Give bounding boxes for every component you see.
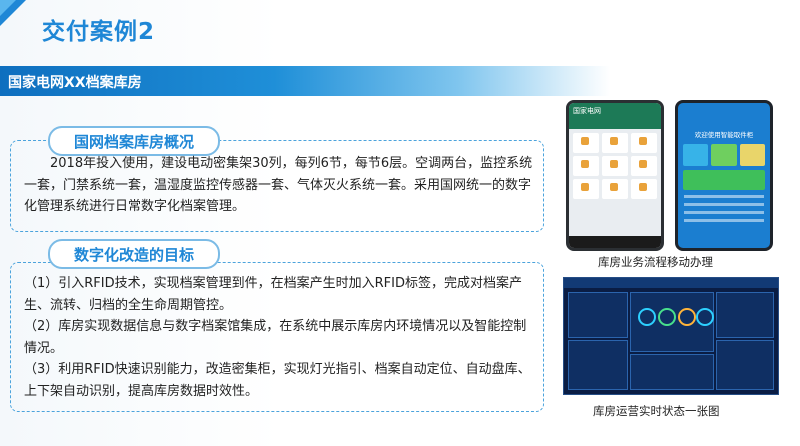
phone1-icon-grid: [569, 129, 661, 203]
app-tile-icon: [602, 133, 628, 153]
corner-decoration-inner: [0, 0, 16, 16]
gauge-icon: [638, 308, 656, 326]
gauge-icon: [696, 308, 714, 326]
tile-icon-blue: [683, 144, 709, 166]
section-header-bar: 国家电网XX档案库房: [0, 66, 610, 96]
app-tile-icon: [631, 156, 657, 176]
app-tile-icon: [631, 133, 657, 153]
phone1-header: 国家电网: [569, 103, 661, 129]
goal-item-3: （3）利用RFID快速识别能力，改造密集柜，实现灯光指引、档案自动定位、自动盘库…: [24, 362, 531, 399]
gauge-icon: [678, 308, 696, 326]
dashboard-panel: [716, 340, 774, 390]
app-tile-icon: [602, 156, 628, 176]
dashboard-panel: [630, 354, 714, 390]
overview-text: 2018年投入使用，建设电动密集架30列，每列6节，每节6层。空调两台，监控系统…: [24, 156, 533, 214]
phone1-nav-bar: [569, 236, 661, 248]
mobile-app-screenshot-2: 欢迎使用智能取件柜: [675, 100, 773, 251]
gauge-icon: [658, 308, 676, 326]
goal-item-1: （1）引入RFID技术，实现档案管理到件，在档案产生时加入RFID标签，完成对档…: [24, 276, 522, 313]
goals-heading: 数字化改造的目标: [48, 239, 220, 269]
dashboard-panel: [568, 340, 628, 390]
dashboard-screenshot: [563, 277, 779, 395]
goal-item-2: （2）库房实现数据信息与数字档案馆集成，在系统中展示库房内环境情况以及智能控制情…: [24, 319, 527, 356]
section-title: 国家电网XX档案库房: [8, 75, 142, 91]
dashboard-panel: [716, 292, 774, 338]
phone2-welcome-text: 欢迎使用智能取件柜: [694, 131, 754, 139]
tile-icon-yellow: [739, 144, 765, 166]
dashboard-header: [564, 278, 778, 288]
goals-text: （1）引入RFID技术，实现档案管理到件，在档案产生时加入RFID标签，完成对档…: [24, 273, 536, 402]
tile-icon-wide: [683, 170, 765, 190]
caption-mobile: 库房业务流程移动办理: [598, 255, 713, 269]
dashboard-panel: [568, 292, 628, 338]
phone2-button-row: [678, 144, 770, 166]
app-tile-icon: [602, 179, 628, 199]
app-tile-icon: [573, 179, 599, 199]
phone2-list: [678, 195, 770, 222]
slide-title: 交付案例2: [42, 19, 156, 45]
app-tile-icon: [631, 179, 657, 199]
app-tile-icon: [573, 156, 599, 176]
app-tile-icon: [573, 133, 599, 153]
tile-icon-green: [711, 144, 737, 166]
overview-heading: 国网档案库房概况: [48, 126, 220, 156]
mobile-app-screenshot-1: 国家电网: [566, 100, 664, 251]
caption-dashboard: 库房运营实时状态一张图: [593, 404, 720, 418]
